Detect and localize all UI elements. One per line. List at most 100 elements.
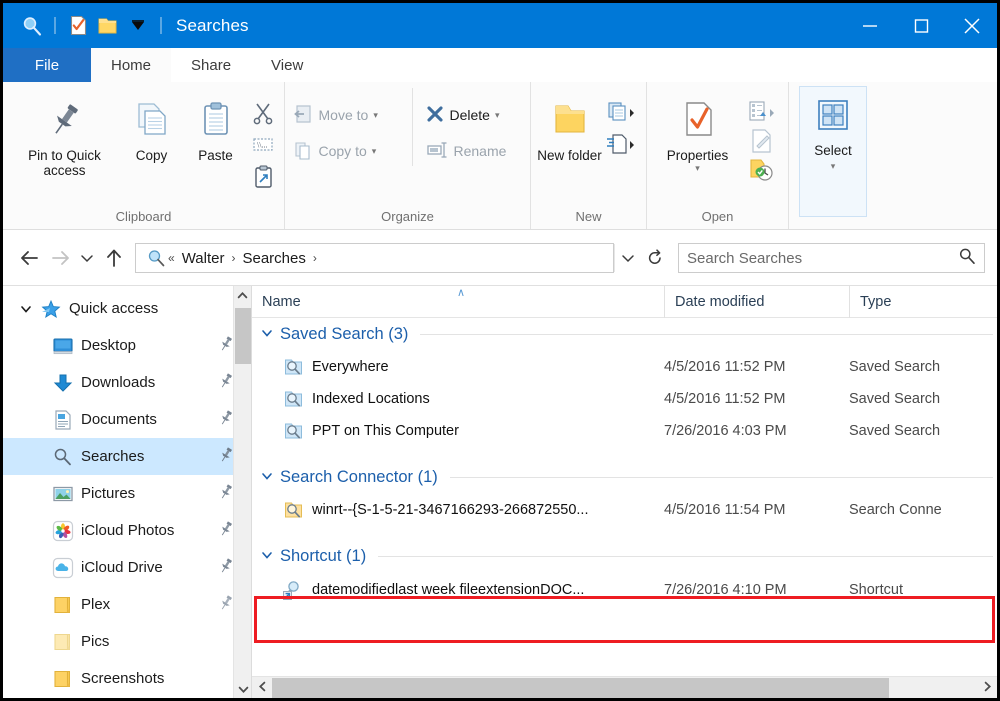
table-row[interactable]: Everywhere 4/5/2016 11:52 PM Saved Searc… bbox=[252, 351, 997, 383]
table-row[interactable]: datemodifiedlast week fileextensionDOC..… bbox=[252, 573, 997, 607]
pin-icon[interactable] bbox=[219, 484, 233, 504]
chevron-down-icon[interactable] bbox=[260, 549, 274, 564]
breadcrumb-searches[interactable]: Searches bbox=[237, 250, 310, 267]
tab-share[interactable]: Share bbox=[171, 48, 251, 82]
address-breadcrumb-bar[interactable]: « Walter › Searches › bbox=[135, 243, 614, 273]
scrollbar-track[interactable] bbox=[272, 677, 977, 699]
navigation-scrollbar[interactable] bbox=[233, 286, 251, 698]
new-item-icon[interactable] bbox=[603, 98, 641, 128]
move-to-caret-icon[interactable]: ▾ bbox=[373, 110, 378, 121]
group-header-shortcut[interactable]: Shortcut (1) bbox=[252, 540, 997, 573]
customize-chevron-icon[interactable] bbox=[123, 11, 153, 41]
history-icon[interactable] bbox=[742, 156, 782, 184]
rename-button[interactable]: Rename bbox=[421, 136, 528, 166]
folder-icon bbox=[49, 669, 77, 689]
open-with-icon[interactable] bbox=[742, 98, 782, 126]
sidebar-item-quick-access[interactable]: Quick access bbox=[3, 290, 251, 327]
tab-view[interactable]: View bbox=[251, 48, 323, 82]
horizontal-scrollbar[interactable] bbox=[252, 676, 997, 698]
breadcrumb-overflow[interactable]: « bbox=[166, 251, 177, 265]
move-to-label: Move to bbox=[319, 107, 369, 123]
desktop-monitor-icon bbox=[49, 336, 77, 356]
address-dropdown-icon[interactable] bbox=[614, 244, 640, 272]
close-button[interactable] bbox=[946, 3, 997, 48]
sidebar-item-desktop[interactable]: Desktop bbox=[3, 327, 251, 364]
copy-to-button[interactable]: Copy to ▾ bbox=[288, 136, 410, 166]
pin-to-quick-access-button[interactable]: Pin to Quick access bbox=[10, 88, 120, 178]
edit-icon[interactable] bbox=[742, 126, 782, 156]
sidebar-item-documents[interactable]: Documents bbox=[3, 401, 251, 438]
chevron-down-icon[interactable] bbox=[260, 327, 274, 342]
maximize-button[interactable] bbox=[895, 3, 946, 48]
forward-button[interactable] bbox=[45, 243, 75, 273]
sidebar-item-downloads[interactable]: Downloads bbox=[3, 364, 251, 401]
breadcrumb-walter[interactable]: Walter bbox=[177, 250, 230, 267]
search-input[interactable] bbox=[687, 250, 958, 267]
tab-file[interactable]: File bbox=[3, 48, 91, 82]
sidebar-item-icloud-drive[interactable]: iCloud Drive bbox=[3, 549, 251, 586]
table-row[interactable]: PPT on This Computer 7/26/2016 4:03 PM S… bbox=[252, 415, 997, 447]
paste-shortcut-icon[interactable] bbox=[248, 162, 278, 192]
move-to-button[interactable]: Move to ▾ bbox=[288, 100, 410, 130]
column-header-name[interactable]: Name ∧ bbox=[252, 286, 664, 318]
table-row[interactable]: Indexed Locations 4/5/2016 11:52 PM Save… bbox=[252, 383, 997, 415]
quick-access-toolbar bbox=[3, 11, 169, 41]
breadcrumb-chevron-1-icon[interactable]: › bbox=[229, 251, 237, 265]
properties-caret-icon[interactable]: ▾ bbox=[695, 163, 700, 174]
breadcrumb-chevron-2-icon[interactable]: › bbox=[311, 251, 319, 265]
ribbon-group-clipboard: Pin to Quick access Copy bbox=[3, 82, 285, 229]
pin-icon[interactable] bbox=[219, 410, 233, 430]
column-header-type[interactable]: Type bbox=[849, 286, 997, 318]
new-folder-button[interactable]: New folder bbox=[537, 88, 603, 163]
scrollbar-thumb[interactable] bbox=[272, 678, 889, 698]
back-button[interactable] bbox=[15, 243, 45, 273]
pin-icon[interactable] bbox=[219, 595, 233, 615]
column-header-date-modified[interactable]: Date modified bbox=[664, 286, 849, 318]
group-header-search-connector[interactable]: Search Connector (1) bbox=[252, 461, 997, 494]
open-small-commands bbox=[742, 88, 782, 184]
title-bar: Searches bbox=[3, 3, 997, 48]
properties-check-icon[interactable] bbox=[63, 11, 93, 41]
minimize-button[interactable] bbox=[844, 3, 895, 48]
up-button[interactable] bbox=[99, 243, 129, 273]
table-row[interactable]: winrt--{S-1-5-21-3467166293-266872550...… bbox=[252, 494, 997, 526]
scrollbar-thumb[interactable] bbox=[235, 308, 251, 364]
search-icon[interactable] bbox=[17, 11, 47, 41]
cut-scissors-icon[interactable] bbox=[248, 98, 278, 128]
paste-button[interactable]: Paste bbox=[184, 88, 248, 163]
pin-icon[interactable] bbox=[219, 521, 233, 541]
scroll-right-icon[interactable] bbox=[977, 681, 997, 695]
pin-icon[interactable] bbox=[219, 558, 233, 578]
copy-button[interactable]: Copy bbox=[120, 88, 184, 163]
select-caret-icon[interactable]: ▾ bbox=[831, 161, 836, 172]
properties-button[interactable]: Properties ▾ bbox=[654, 88, 742, 174]
easy-access-icon[interactable] bbox=[603, 130, 641, 160]
recent-locations-button[interactable] bbox=[75, 243, 99, 273]
pin-icon[interactable] bbox=[219, 447, 233, 467]
search-icon[interactable] bbox=[958, 247, 976, 270]
sidebar-item-pictures[interactable]: Pictures bbox=[3, 475, 251, 512]
copy-to-caret-icon[interactable]: ▾ bbox=[372, 146, 377, 157]
tab-home[interactable]: Home bbox=[91, 48, 171, 82]
refresh-button[interactable] bbox=[640, 244, 670, 272]
sidebar-item-plex[interactable]: Plex bbox=[3, 586, 251, 623]
scroll-down-icon[interactable] bbox=[234, 680, 252, 698]
sidebar-item-icloud-photos[interactable]: iCloud Photos bbox=[3, 512, 251, 549]
chevron-down-icon[interactable] bbox=[260, 470, 274, 485]
scroll-up-icon[interactable] bbox=[234, 286, 251, 304]
new-folder-icon[interactable] bbox=[93, 11, 123, 41]
delete-button[interactable]: Delete ▾ bbox=[421, 100, 528, 130]
sidebar-item-searches[interactable]: Searches bbox=[3, 438, 251, 475]
pin-icon[interactable] bbox=[219, 336, 233, 356]
delete-caret-icon[interactable]: ▾ bbox=[495, 110, 500, 121]
search-box[interactable] bbox=[678, 243, 985, 273]
pin-icon[interactable] bbox=[219, 373, 233, 393]
chevron-down-icon[interactable] bbox=[15, 303, 37, 315]
scroll-left-icon[interactable] bbox=[252, 681, 272, 695]
sidebar-item-pics[interactable]: Pics bbox=[3, 623, 251, 660]
select-button[interactable]: Select ▾ bbox=[799, 86, 867, 217]
file-name-cell: datemodifiedlast week fileextensionDOC..… bbox=[252, 579, 664, 601]
copy-path-icon[interactable]: \\... bbox=[248, 130, 278, 160]
sidebar-item-screenshots[interactable]: Screenshots bbox=[3, 660, 251, 697]
group-header-saved-search[interactable]: Saved Search (3) bbox=[252, 318, 997, 351]
